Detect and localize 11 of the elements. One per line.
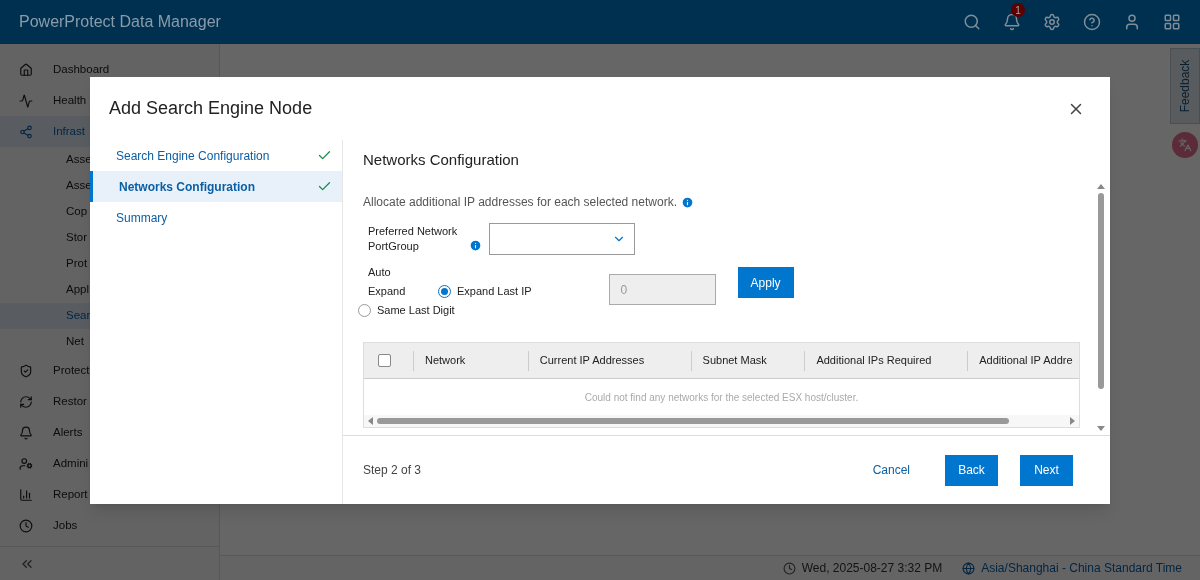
app-title: PowerProtect Data Manager	[19, 12, 221, 32]
section-heading: Networks Configuration	[363, 149, 519, 170]
dialog-title: Add Search Engine Node	[109, 97, 313, 120]
field-label: Expand	[368, 284, 407, 299]
notification-badge: 1	[1011, 3, 1025, 17]
field-label: Auto	[368, 265, 392, 280]
description-text: Allocate additional IP addresses for each selected network.	[363, 194, 677, 211]
step-counter: Step 2 of 3	[363, 462, 422, 479]
field-label: Preferred Network PortGroup	[368, 224, 459, 254]
status-datetime: Wed, 2025-08-27 3:32 PM	[801, 560, 943, 577]
empty-message: Could not find any networks for the selected ESX host/cluster.	[584, 390, 859, 405]
